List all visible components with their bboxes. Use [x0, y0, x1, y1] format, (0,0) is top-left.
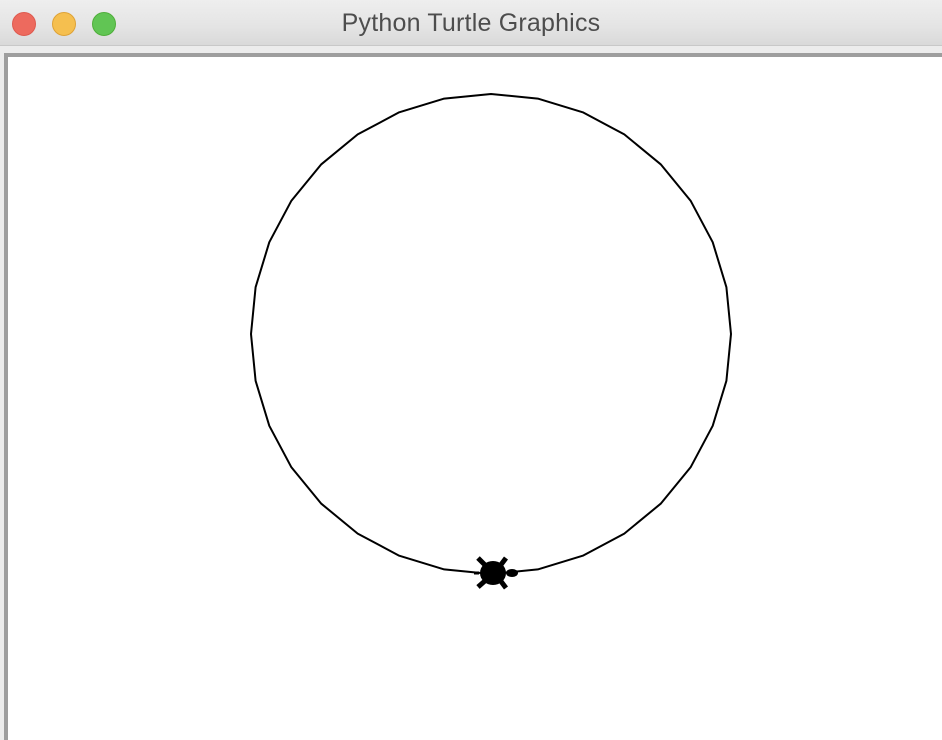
title-bar[interactable]: Python Turtle Graphics — [0, 0, 942, 46]
drawn-circle — [250, 93, 732, 575]
turtle-window: Python Turtle Graphics — [0, 0, 942, 740]
turtle-icon — [474, 556, 518, 590]
turtle-canvas[interactable] — [4, 53, 942, 740]
window-title: Python Turtle Graphics — [341, 9, 601, 37]
drawing-surface — [250, 93, 732, 590]
